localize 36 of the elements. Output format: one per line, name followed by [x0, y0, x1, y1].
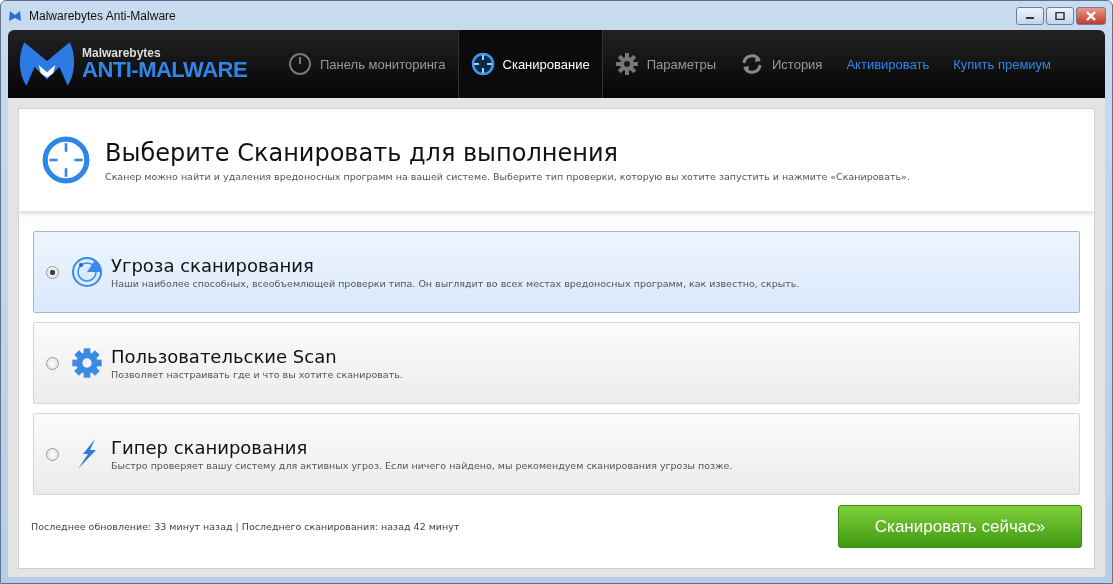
brand-name: Malwarebytes	[82, 47, 162, 59]
close-button[interactable]	[1076, 7, 1106, 25]
page-title: Выберите Сканировать для выполнения	[105, 138, 619, 167]
gear-icon	[614, 52, 639, 76]
radio-button[interactable]	[46, 447, 59, 461]
status-text: Последнее обновление: 33 минут назад | Последнего сканирования: назад 42 минут	[31, 521, 460, 532]
nav-link[interactable]: Активировать	[834, 30, 942, 98]
scan-option[interactable]: Гипер сканирования Быстро проверяет вашу систему для активных угроз. Если ничего найдено, мы рекомендуем сканирования угрозы позже.	[33, 413, 1080, 495]
gear-icon	[71, 347, 103, 379]
nav-tab[interactable]: История	[728, 30, 835, 98]
minimize-button[interactable]	[1016, 7, 1044, 25]
option-description: Позволяет настраивать где и что вы хотите сканировать.	[111, 369, 403, 380]
gauge-icon	[288, 52, 312, 76]
window-title: Malwarebytes Anti-Malware	[29, 8, 176, 23]
maximize-icon	[1054, 12, 1066, 20]
option-title: Угроза сканирования	[111, 255, 315, 276]
nav-tab[interactable]: Панель мониторинга	[276, 30, 458, 98]
refresh-icon	[740, 52, 764, 76]
option-title: Пользовательские Scan	[111, 346, 338, 367]
option-description: Быстро проверяет вашу систему для активных угроз. Если ничего найдено, мы рекомендуем сканирования угрозы позже.	[111, 460, 733, 471]
scan-option[interactable]: Пользовательские Scan Позволяет настраивать где и что вы хотите сканировать.	[33, 322, 1080, 404]
close-icon	[1085, 11, 1097, 21]
option-title: Гипер сканирования	[111, 437, 309, 458]
radar-icon	[71, 256, 103, 288]
option-description: Наши наиболее способных, всеобъемлющей проверки типа. Он выглядит во всех местах вредоносных программ, как известно, скрыть.	[111, 278, 800, 289]
radio-button[interactable]	[46, 356, 59, 370]
radio-button[interactable]	[46, 265, 59, 279]
product-name: ANTI-MALWARE	[82, 59, 248, 81]
maximize-button[interactable]	[1046, 7, 1074, 25]
nav-link[interactable]: Купить премиум	[941, 30, 1063, 98]
nav-tab[interactable]: Параметры	[602, 30, 728, 98]
nav-tab[interactable]: Сканирование	[457, 30, 603, 98]
scan-option[interactable]: Угроза сканирования Наши наиболее способных, всеобъемлющей проверки типа. Он выглядит во всех местах вредоносных программ, как известно, скрыть.	[33, 231, 1080, 313]
crosshair-icon	[470, 52, 495, 76]
page-description: Сканер можно найти и удаления вредоносных программ на вашей системе. Выберите тип проверки, которую вы хотите запустить и нажмите «Сканировать».	[105, 170, 910, 182]
crosshair-icon	[41, 135, 91, 185]
